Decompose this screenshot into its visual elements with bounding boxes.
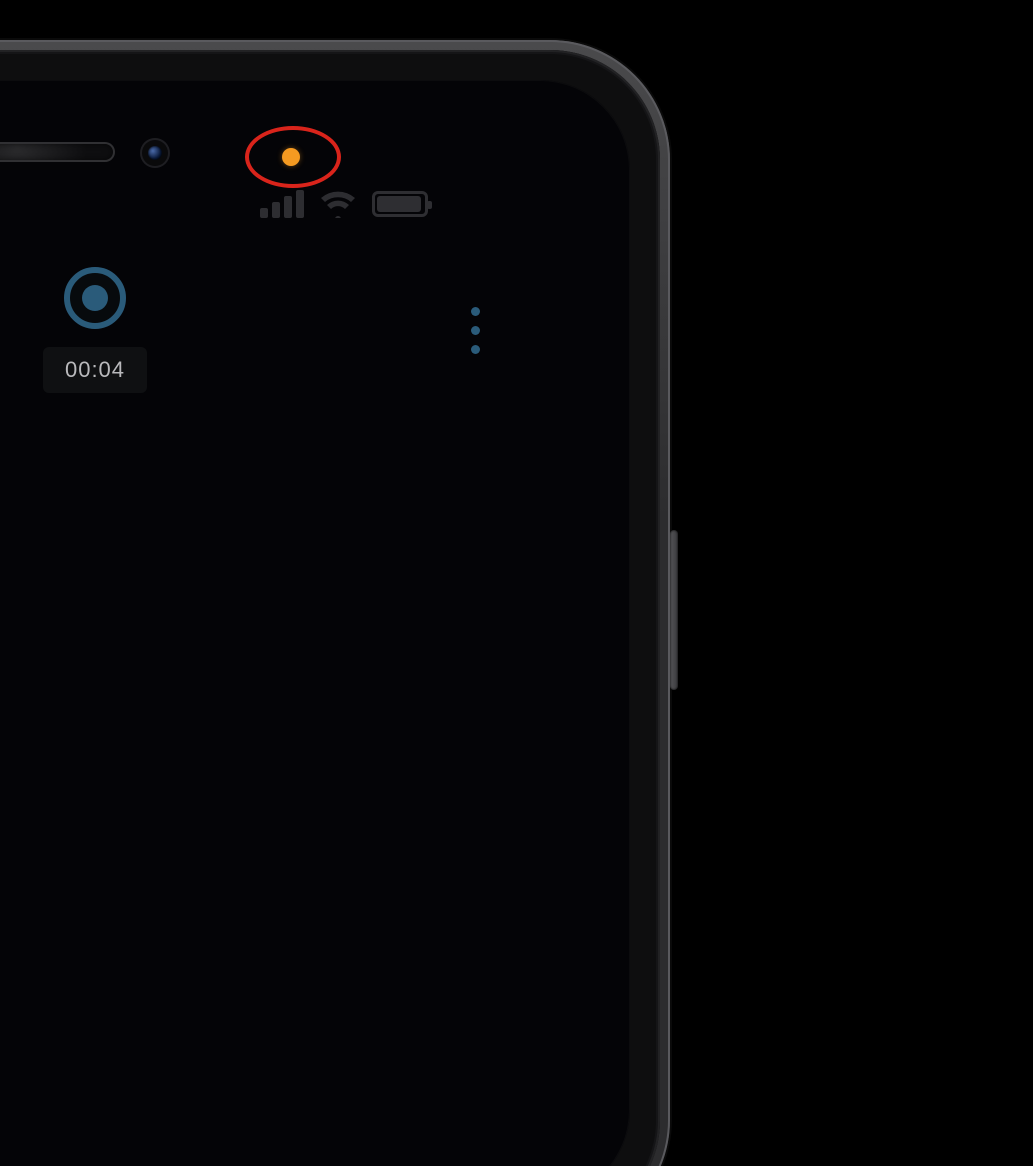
recording-timer: 00:04 [43,347,147,393]
record-icon [64,267,126,329]
recording-toolbar: T 00:04 [0,260,550,400]
phone-chassis: T 00:04 [0,40,670,1166]
front-camera-lens [148,146,162,160]
battery-fill [377,196,421,212]
recording-time: 9:39:41 AM [0,439,40,471]
battery-icon [372,191,428,217]
front-camera [140,138,170,168]
record-button[interactable]: 00:04 [20,267,170,393]
recording-meta: 2020 9:39:41 AM [0,388,40,471]
recording-year: 2020 [0,388,40,433]
microphone-indicator-dot [282,148,300,166]
phone-rim: T 00:04 [0,50,660,1166]
earpiece-speaker [0,142,115,162]
wifi-icon [320,190,356,218]
status-bar [260,190,428,218]
screenshot-stage: T 00:04 [0,0,1033,583]
more-vertical-icon [471,307,480,354]
record-inner-dot [82,285,108,311]
side-power-button[interactable] [670,530,678,690]
cellular-signal-icon [260,190,304,218]
phone-screen: T 00:04 [0,80,630,1166]
more-options-button[interactable] [400,307,550,354]
